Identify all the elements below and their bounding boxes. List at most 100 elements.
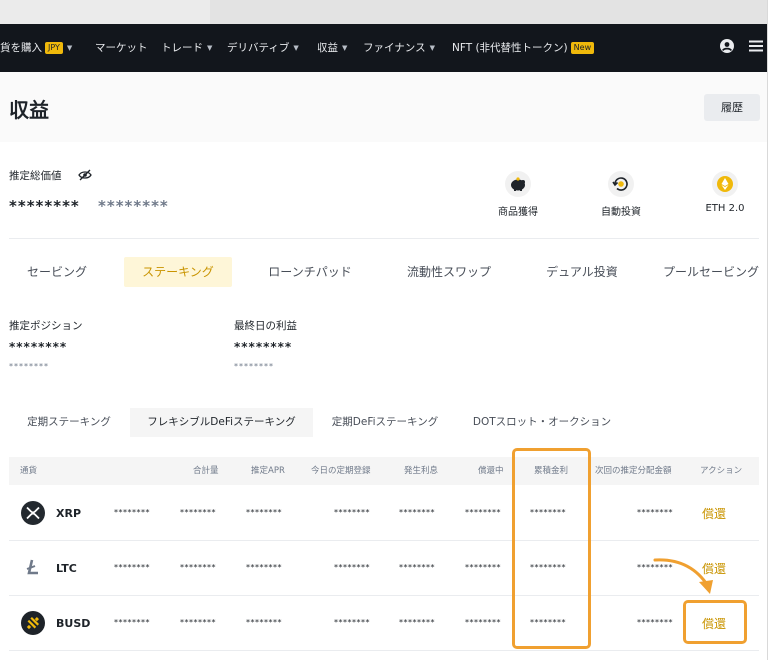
nav-nft[interactable]: NFT (非代替性トークン) New	[452, 24, 595, 72]
position-subvalue: ********	[9, 362, 49, 371]
caret-down-icon: ▼	[293, 44, 299, 52]
tab-launchpad[interactable]: ローンチパッド	[258, 257, 362, 287]
total-value-secondary: ********	[98, 197, 169, 215]
subtab-locked-staking[interactable]: 定期ステーキング	[17, 408, 121, 437]
header-action: アクション	[700, 466, 743, 476]
cell-accrued-interest: ********	[334, 618, 370, 627]
ethereum-icon	[712, 171, 738, 197]
new-badge: New	[570, 42, 595, 54]
cell-redeeming: ********	[399, 508, 435, 517]
cell-redeeming: ********	[399, 618, 435, 627]
position-label: 推定ポジション	[9, 320, 83, 332]
cell-redeeming-2: ********	[465, 563, 501, 572]
menu-icon[interactable]	[748, 38, 764, 54]
caret-down-icon: ▼	[429, 44, 435, 52]
section-divider	[9, 238, 759, 239]
nav-derivatives-label: デリバティブ	[227, 42, 290, 54]
cell-est-apr: ********	[180, 563, 216, 572]
quick-link-product-label: 商品獲得	[498, 207, 538, 218]
tab-pool-savings[interactable]: プールセービング	[663, 257, 767, 287]
quick-link-eth2[interactable]: ETH 2.0	[690, 171, 760, 214]
redeem-button[interactable]: 償還	[702, 505, 726, 522]
litecoin-icon	[21, 556, 45, 580]
caret-down-icon: ▼	[207, 44, 213, 52]
history-button[interactable]: 履歴	[704, 94, 760, 121]
header-accrued-interest: 発生利息	[404, 466, 439, 476]
cell-today-subscription: ********	[246, 618, 282, 627]
caret-down-icon: ▼	[342, 44, 348, 52]
position-value: ********	[9, 340, 68, 354]
cell-today-subscription: ********	[246, 508, 282, 517]
cell-est-apr: ********	[180, 618, 216, 627]
tab-liquid-swap[interactable]: 流動性スワップ	[394, 257, 504, 287]
cell-accrued-interest: ********	[334, 563, 370, 572]
cell-redeeming-2: ********	[465, 508, 501, 517]
nav-nft-label: NFT (非代替性トークン)	[452, 42, 568, 54]
caret-down-icon: ▼	[66, 44, 73, 52]
nav-trade[interactable]: トレード ▼	[161, 24, 212, 72]
busd-icon	[21, 611, 45, 635]
coin-name: LTC	[56, 562, 77, 575]
tab-dual-investment[interactable]: デュアル投資	[535, 257, 629, 287]
page-header	[0, 72, 767, 142]
auto-invest-icon	[608, 171, 634, 197]
tab-savings[interactable]: セービング	[14, 257, 100, 287]
page-title: 収益	[9, 98, 49, 122]
app-window: 貨を購入 JPY ▼ マーケット トレード ▼ デリバティブ ▼ 収益 ▼ ファイナンス ▼…	[0, 0, 768, 660]
profit-subvalue: ********	[234, 362, 274, 371]
tab-staking[interactable]: ステーキング	[124, 257, 232, 287]
nav-earn[interactable]: 収益 ▼	[317, 24, 347, 72]
user-icon[interactable]	[719, 38, 735, 54]
quick-link-eth2-label: ETH 2.0	[705, 203, 745, 214]
profit-label: 最終日の利益	[234, 320, 297, 332]
browser-tab[interactable]	[0, 0, 210, 24]
cumulative-interest-highlight	[512, 448, 591, 649]
quick-link-auto-invest-label: 自動投資	[601, 207, 641, 218]
coin-name: BUSD	[56, 617, 91, 630]
coin-name: XRP	[56, 507, 82, 520]
header-redeeming: 償還中	[478, 466, 504, 476]
row-divider	[9, 650, 759, 651]
nav-buy-crypto-label: 貨を購入	[0, 42, 42, 54]
quick-link-product[interactable]: 商品獲得	[483, 171, 553, 218]
nav-finance[interactable]: ファイナンス ▼	[363, 24, 435, 72]
jpy-badge: JPY	[45, 42, 63, 54]
nav-buy-crypto[interactable]: 貨を購入 JPY ▼	[0, 24, 72, 72]
cell-total-amount: ********	[114, 563, 150, 572]
cell-today-subscription: ********	[246, 563, 282, 572]
nav-trade-label: トレード	[161, 42, 203, 54]
piggy-bank-icon	[505, 171, 531, 197]
subtab-dot-slot-auction[interactable]: DOTスロット・オークション	[462, 408, 622, 437]
subtab-flexible-defi-staking[interactable]: フレキシブルDeFiステーキング	[130, 408, 313, 437]
row-divider	[9, 595, 759, 596]
profit-value: ********	[234, 340, 293, 354]
header-next-distribution: 次回の推定分配金額	[595, 466, 672, 476]
cell-est-apr: ********	[180, 508, 216, 517]
subtab-locked-defi-staking[interactable]: 定期DeFiステーキング	[322, 408, 448, 437]
nav-derivatives[interactable]: デリバティブ ▼	[227, 24, 299, 72]
nav-finance-label: ファイナンス	[363, 42, 426, 54]
header-total-amount: 合計量	[193, 466, 219, 476]
cell-total-amount: ********	[114, 508, 150, 517]
nav-markets[interactable]: マーケット	[95, 24, 148, 72]
cell-next-distribution: ********	[637, 618, 673, 627]
nav-markets-label: マーケット	[95, 42, 148, 54]
cell-redeeming-2: ********	[465, 618, 501, 627]
cell-next-distribution: ********	[637, 508, 673, 517]
cell-redeeming: ********	[399, 563, 435, 572]
header-today-subscription: 今日の定期登録	[311, 466, 371, 476]
cell-total-amount: ********	[114, 618, 150, 627]
eye-off-icon[interactable]	[77, 167, 93, 181]
quick-link-auto-invest[interactable]: 自動投資	[586, 171, 656, 218]
row-divider	[9, 540, 759, 541]
nav-earn-label: 収益	[317, 42, 338, 54]
xrp-icon	[21, 501, 45, 525]
header-coin: 通貨	[20, 466, 38, 476]
top-navigation: 貨を購入 JPY ▼ マーケット トレード ▼ デリバティブ ▼ 収益 ▼ ファイナンス ▼…	[0, 24, 767, 72]
total-value: ********	[9, 197, 80, 215]
total-value-label: 推定総価値	[9, 170, 62, 182]
cell-accrued-interest: ********	[334, 508, 370, 517]
redeem-highlight	[683, 600, 747, 644]
header-est-apr: 推定APR	[251, 466, 285, 476]
arrow-icon	[653, 558, 713, 594]
